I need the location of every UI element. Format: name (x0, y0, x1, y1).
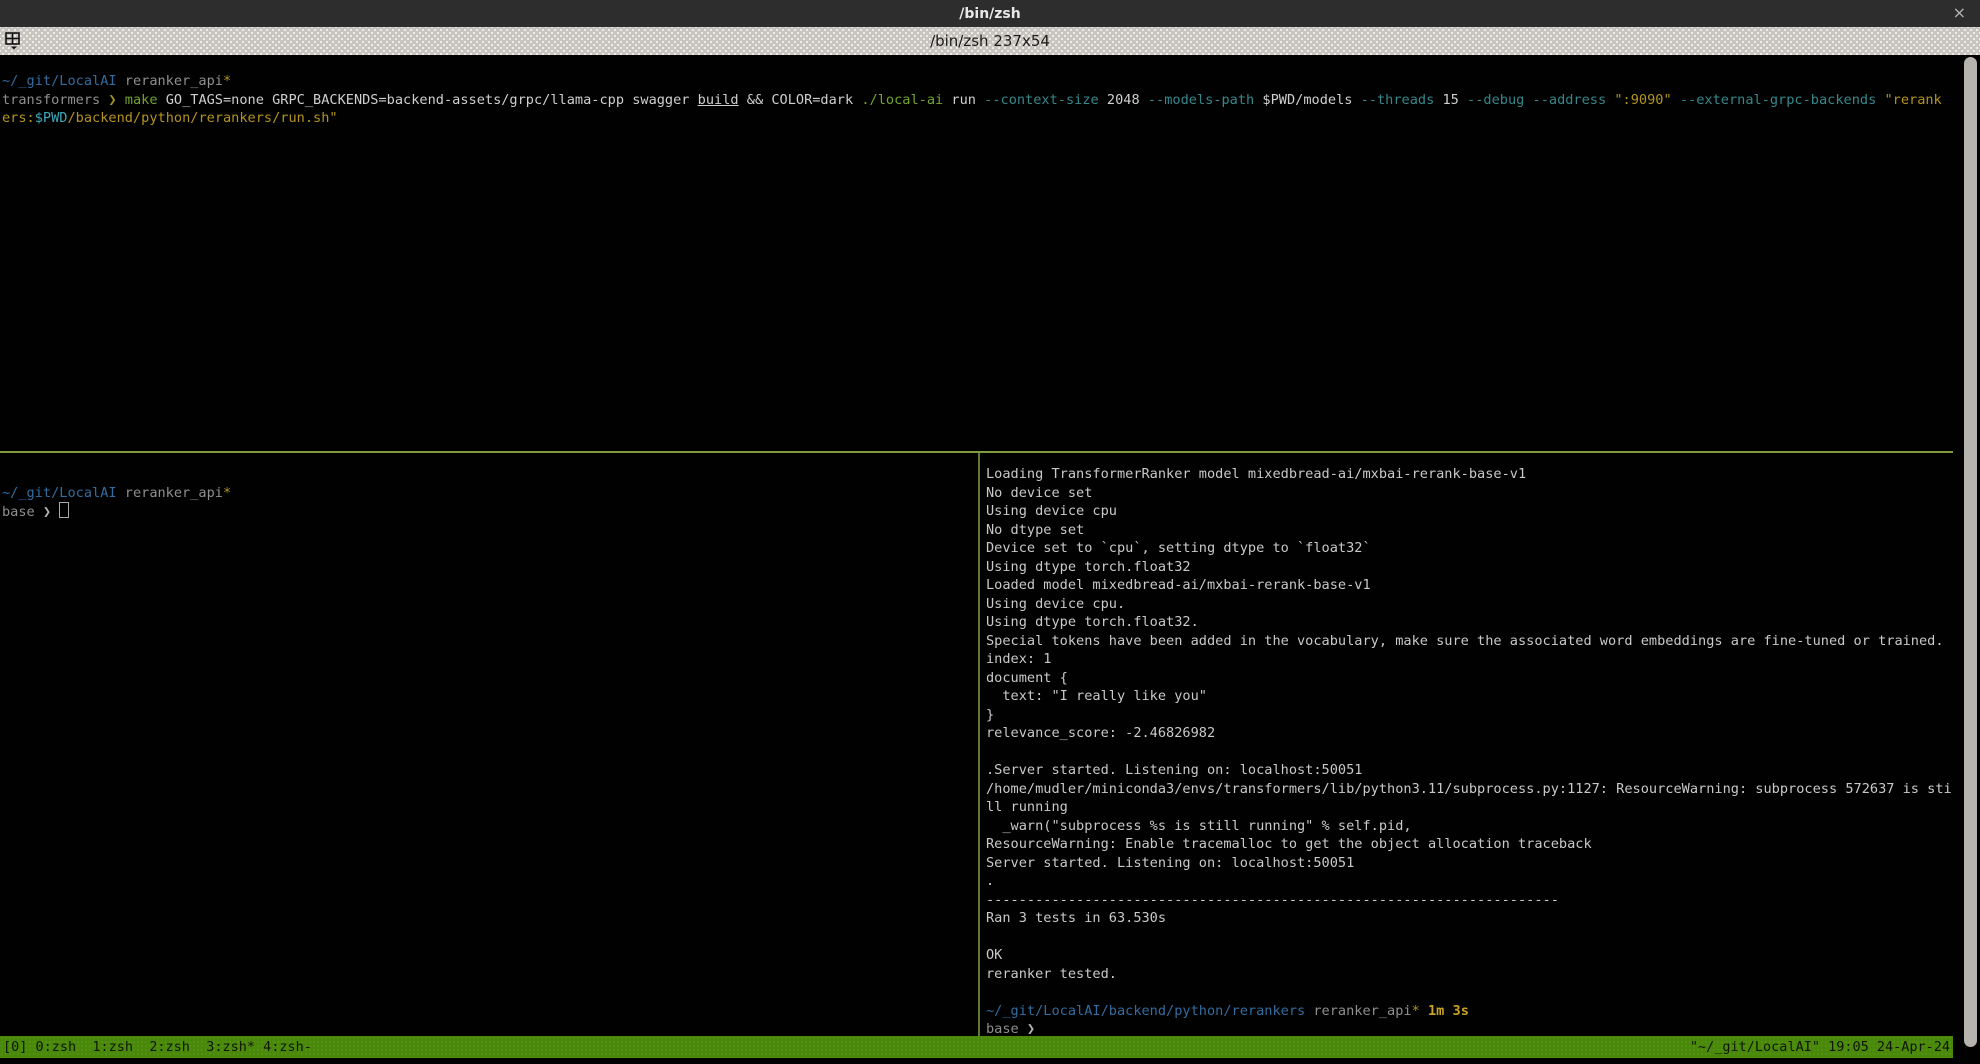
pane-bottom-left[interactable]: ~/_git/LocalAI reranker_api*base ❯ (0, 453, 978, 1034)
terminal-line: Ran 3 tests in 63.530s (986, 909, 1953, 928)
terminal-line: Device set to `cpu`, setting dtype to `f… (986, 539, 1953, 558)
terminal-line: Using device cpu. (986, 595, 1953, 614)
terminal-line: /home/mudler/miniconda3/envs/transformer… (986, 780, 1953, 799)
window-layout-icon[interactable] (4, 31, 24, 55)
terminal-line (986, 743, 1953, 762)
terminal-line (986, 983, 1953, 1002)
terminal-line: . (986, 872, 1953, 891)
window-title: /bin/zsh (959, 6, 1020, 22)
titlebar[interactable]: /bin/zsh × (0, 0, 1980, 27)
terminal-line: Using device cpu (986, 502, 1953, 521)
terminal-line: Loaded model mixedbread-ai/mxbai-rerank-… (986, 576, 1953, 595)
terminal-line: base ❯ (2, 502, 978, 521)
terminal-line: Using dtype torch.float32. (986, 613, 1953, 632)
terminal-line: ResourceWarning: Enable tracemalloc to g… (986, 835, 1953, 854)
terminal-line: OK (986, 946, 1953, 965)
terminal-line: ers:$PWD/backend/python/rerankers/run.sh… (2, 109, 1953, 128)
terminal-line: ll running (986, 798, 1953, 817)
tab-bar[interactable]: /bin/zsh 237x54 (0, 27, 1980, 55)
terminal-line: No dtype set (986, 521, 1953, 540)
tmux-status-bar: [0] 0:zsh 1:zsh 2:zsh 3:zsh* 4:zsh- "~/_… (0, 1036, 1953, 1058)
terminal-line: base ❯ (986, 1020, 1953, 1036)
tab-title: /bin/zsh 237x54 (930, 32, 1050, 50)
terminal-line: _warn("subprocess %s is still running" %… (986, 817, 1953, 836)
pane-bottom-right[interactable]: Loading TransformerRanker model mixedbre… (980, 453, 1953, 1036)
terminal-line: ~/_git/LocalAI/backend/python/rerankers … (986, 1002, 1953, 1021)
pane-top[interactable]: ~/_git/LocalAI reranker_api*transformers… (0, 55, 1953, 451)
scrollbar-thumb[interactable] (1964, 57, 1977, 1047)
text-cursor (59, 502, 69, 518)
terminal-window: /bin/zsh × /bin/zsh 237x54 ~/_git/LocalA… (0, 0, 1980, 1064)
status-session-info: "~/_git/LocalAI" 19:05 24-Apr-24 (1690, 1036, 1950, 1058)
terminal-line: Special tokens have been added in the vo… (986, 632, 1953, 651)
terminal-line: .Server started. Listening on: localhost… (986, 761, 1953, 780)
terminal-line: transformers ❯ make GO_TAGS=none GRPC_BA… (2, 91, 1953, 110)
terminal-line: Loading TransformerRanker model mixedbre… (986, 465, 1953, 484)
terminal-line: reranker tested. (986, 965, 1953, 984)
terminal-line: ----------------------------------------… (986, 891, 1953, 910)
terminal-line: relevance_score: -2.46826982 (986, 724, 1953, 743)
terminal-line: Server started. Listening on: localhost:… (986, 854, 1953, 873)
terminal-line: No device set (986, 484, 1953, 503)
terminal-line: ~/_git/LocalAI reranker_api* (2, 72, 1953, 91)
terminal-line: index: 1 (986, 650, 1953, 669)
close-icon[interactable]: × (1953, 3, 1966, 23)
terminal-area: ~/_git/LocalAI reranker_api*transformers… (0, 55, 1980, 1064)
status-windows[interactable]: [0] 0:zsh 1:zsh 2:zsh 3:zsh* 4:zsh- (3, 1036, 312, 1058)
terminal-line: text: "I really like you" (986, 687, 1953, 706)
terminal-line: Using dtype torch.float32 (986, 558, 1953, 577)
terminal-line (986, 928, 1953, 947)
terminal-line: document { (986, 669, 1953, 688)
terminal-line: } (986, 706, 1953, 725)
terminal-line (2, 465, 978, 484)
terminal-line: ~/_git/LocalAI reranker_api* (2, 484, 978, 503)
